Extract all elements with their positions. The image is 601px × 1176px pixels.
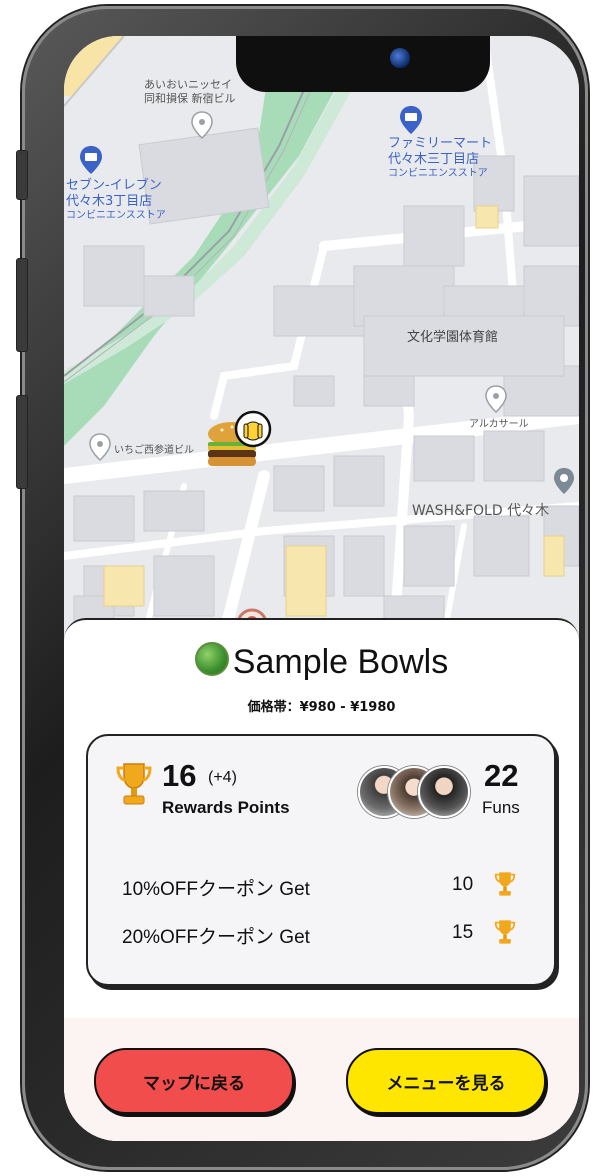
bowl-icon bbox=[194, 642, 229, 676]
coupon-label-20: 20%OFFクーポン Get bbox=[122, 927, 310, 948]
back-to-map-button[interactable]: マップに戻る bbox=[94, 1048, 294, 1114]
map-label-familymart: ファミリーマート bbox=[388, 136, 493, 151]
trophy-icon bbox=[494, 872, 516, 896]
view-menu-button[interactable]: メニューを見る bbox=[346, 1048, 546, 1114]
map-label-aioi: あいおいニッセイ bbox=[144, 78, 232, 91]
volume-up-button bbox=[16, 258, 28, 352]
rewards-points-label: Rewards Points bbox=[162, 798, 290, 817]
price-range: 価格帯：¥980 - ¥1980 bbox=[247, 700, 396, 715]
map-label-seven-type: コンビニエンスストア bbox=[66, 210, 166, 221]
map-label-familymart-2: 代々木三丁目店 bbox=[388, 152, 480, 167]
rewards-card: 16 (+4) Rewards Points 22 Funs 10%OFFクーポ… bbox=[86, 734, 556, 986]
trophy-icon bbox=[494, 920, 516, 944]
map-pin-icon[interactable] bbox=[484, 384, 508, 414]
location-pin-icon[interactable] bbox=[552, 466, 576, 496]
user-face-icon[interactable] bbox=[234, 410, 272, 448]
avatar bbox=[418, 766, 470, 818]
fans-avatars[interactable] bbox=[358, 766, 470, 818]
mute-switch bbox=[16, 150, 28, 200]
map-label-wash: WASH&FOLD 代々木 bbox=[412, 503, 550, 519]
map-view[interactable]: あいおいニッセイ 同和損保 新宿ビル ファミリーマート 代々木三丁目店 コンビニ… bbox=[64, 36, 579, 642]
trophy-icon bbox=[116, 763, 152, 805]
restaurant-title: Sample Bowls bbox=[64, 642, 579, 682]
map-label-familymart-type: コンビニエンスストア bbox=[388, 168, 488, 179]
map-canvas[interactable] bbox=[64, 36, 579, 642]
map-label-aioi-2: 同和損保 新宿ビル bbox=[144, 92, 236, 105]
map-pin-icon[interactable] bbox=[190, 110, 214, 140]
coupon-points-20: 15 bbox=[452, 922, 474, 943]
map-label-ichigo: いちご西参道ビル bbox=[114, 445, 194, 456]
phone-screen: あいおいニッセイ 同和損保 新宿ビル ファミリーマート 代々木三丁目店 コンビニ… bbox=[64, 36, 579, 1141]
map-label-seven-2: 代々木3丁目店 bbox=[66, 194, 153, 209]
map-label-alka: アルカサール bbox=[469, 419, 529, 430]
map-label-bunka: 文化学園体育館 bbox=[407, 330, 499, 345]
coupon-label-10: 10%OFFクーポン Get bbox=[122, 879, 310, 900]
funs-count: 22 bbox=[484, 758, 519, 793]
convenience-store-pin-icon[interactable] bbox=[398, 104, 424, 136]
action-bar: マップに戻る メニューを見る bbox=[64, 1018, 579, 1141]
rewards-points-value: 16 bbox=[162, 758, 197, 793]
funs-label: Funs bbox=[482, 798, 520, 817]
rewards-points-delta: (+4) bbox=[208, 769, 237, 786]
restaurant-detail-sheet: Sample Bowls 価格帯：¥980 - ¥1980 16 (+4) Re… bbox=[64, 618, 579, 1141]
notch bbox=[236, 36, 490, 92]
convenience-store-pin-icon[interactable] bbox=[78, 144, 104, 176]
map-pin-icon[interactable] bbox=[88, 432, 112, 462]
restaurant-name: Sample Bowls bbox=[232, 643, 449, 681]
map-label-seven: セブン-イレブン bbox=[66, 178, 162, 193]
volume-down-button bbox=[16, 395, 28, 489]
camera-icon bbox=[390, 48, 410, 68]
coupon-points-10: 10 bbox=[452, 874, 474, 895]
